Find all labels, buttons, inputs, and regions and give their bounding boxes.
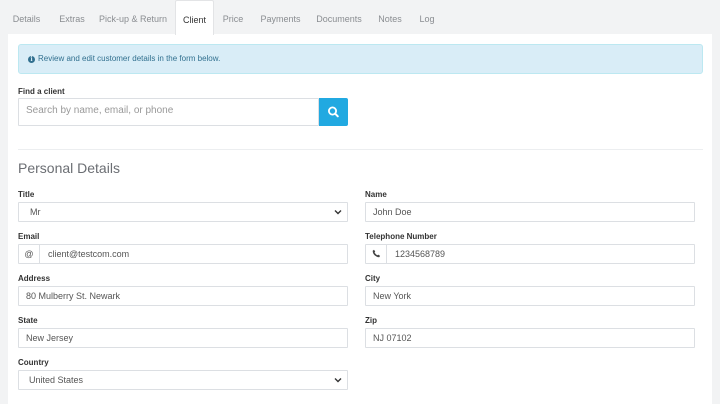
- tab-client[interactable]: Client: [175, 0, 214, 35]
- title-select[interactable]: Mr: [18, 202, 348, 222]
- tab-extras[interactable]: Extras: [53, 0, 91, 34]
- tab-pickup-return[interactable]: Pick-up & Return: [93, 0, 173, 34]
- telephone-addon: [366, 245, 387, 263]
- info-alert: i Review and edit customer details in the…: [18, 44, 703, 74]
- tab-payments[interactable]: Payments: [252, 0, 309, 34]
- address-label: Address: [18, 274, 51, 283]
- address-field[interactable]: 80 Mulberry St. Newark: [18, 286, 348, 306]
- telephone-value: 1234568789: [395, 249, 446, 259]
- zip-label: Zip: [365, 316, 377, 325]
- email-field[interactable]: @ client@testcom.com: [18, 244, 348, 264]
- tab-documents[interactable]: Documents: [309, 0, 369, 34]
- email-value: client@testcom.com: [48, 249, 130, 259]
- tab-notes[interactable]: Notes: [369, 0, 411, 34]
- country-select[interactable]: United States: [18, 370, 348, 390]
- email-addon: @: [19, 245, 40, 263]
- email-label: Email: [18, 232, 40, 241]
- tab-log[interactable]: Log: [411, 0, 443, 34]
- city-label: City: [365, 274, 381, 283]
- state-label: State: [18, 316, 38, 325]
- tab-details[interactable]: Details: [0, 0, 53, 34]
- zip-field[interactable]: NJ 07102: [365, 328, 695, 348]
- client-search-input[interactable]: Search by name, email, or phone: [18, 98, 319, 126]
- telephone-field[interactable]: 1234568789: [365, 244, 695, 264]
- city-field[interactable]: New York: [365, 286, 695, 306]
- section-divider: [18, 149, 703, 150]
- find-client-label: Find a client: [18, 87, 65, 96]
- search-icon: [327, 106, 339, 118]
- title-select-value: Mr: [30, 207, 41, 217]
- name-field[interactable]: John Doe: [365, 202, 695, 222]
- client-tab-panel: i Review and edit customer details in the…: [8, 34, 712, 404]
- personal-details-heading: Personal Details: [18, 160, 120, 176]
- state-field[interactable]: New Jersey: [18, 328, 348, 348]
- country-label: Country: [18, 358, 49, 367]
- tab-price[interactable]: Price: [214, 0, 252, 34]
- title-label: Title: [18, 190, 35, 199]
- telephone-label: Telephone Number: [365, 232, 437, 241]
- chevron-down-icon: [334, 378, 342, 383]
- tab-bar: Details Extras Pick-up & Return Client P…: [0, 0, 720, 35]
- phone-icon: [372, 249, 380, 258]
- chevron-down-icon: [334, 210, 342, 215]
- info-circle-icon: i: [28, 56, 35, 63]
- country-select-value: United States: [29, 375, 84, 385]
- search-button[interactable]: [319, 98, 348, 126]
- alert-text: Review and edit customer details in the …: [38, 54, 221, 63]
- name-label: Name: [365, 190, 387, 199]
